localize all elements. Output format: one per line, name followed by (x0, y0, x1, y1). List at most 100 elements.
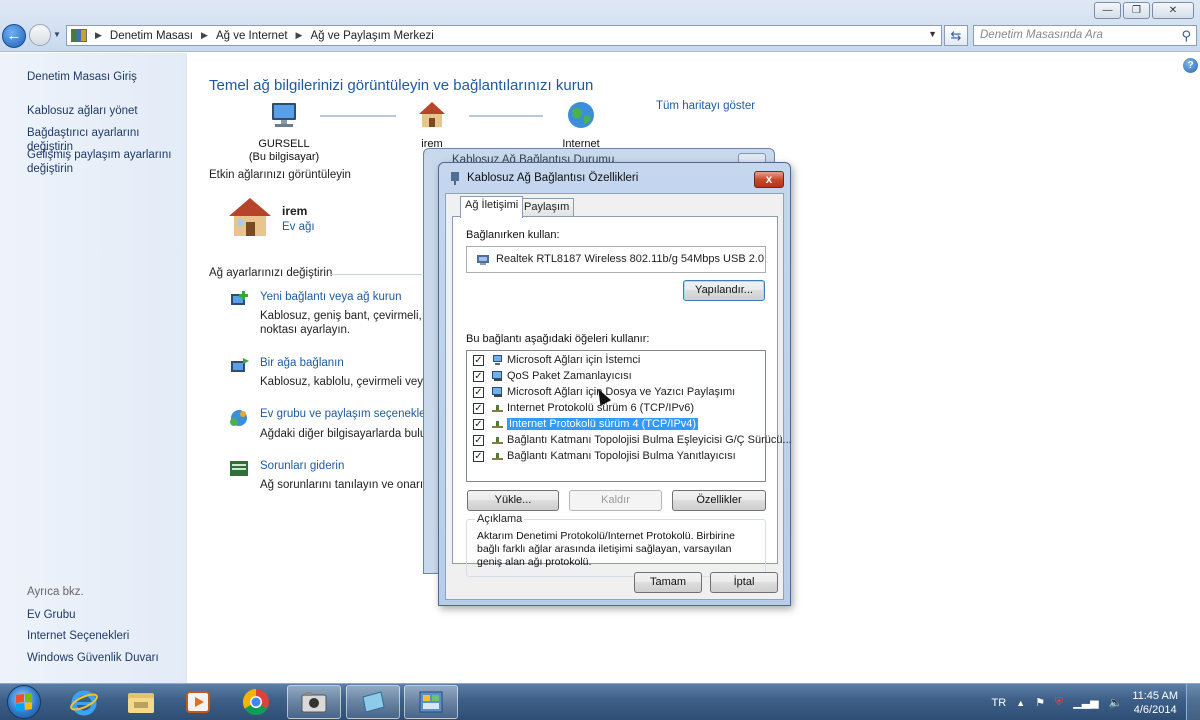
back-button[interactable]: ← (2, 24, 26, 48)
ok-button[interactable]: Tamam (634, 572, 702, 593)
list-item-lltd-mapper[interactable]: ✓ Bağlantı Katmanı Topolojisi Bulma Eşle… (473, 432, 792, 448)
properties-button[interactable]: Özellikler (672, 490, 766, 511)
map-node-network[interactable]: irem (377, 101, 487, 151)
task-desc-troubleshoot: Ağ sorunlarını tanılayın ve onarın (260, 479, 425, 491)
items-label: Bu bağlantı aşağıdaki öğeleri kullanır: (466, 333, 650, 345)
network-type-link[interactable]: Ev ağı (282, 221, 315, 233)
see-also-heading: Ayrıca bkz. (27, 586, 84, 598)
task-desc-homegroup: Ağdaki diğer bilgisayarlarda bulu (260, 428, 425, 440)
chevron-right-icon[interactable]: ▶ (296, 30, 303, 41)
client-icon (493, 355, 502, 365)
component-label: Bağlantı Katmanı Topolojisi Bulma Yanıtl… (507, 450, 736, 462)
task-link-troubleshoot[interactable]: Sorunları giderin (260, 460, 344, 472)
sidebar-item-control-panel-home[interactable]: Denetim Masası Giriş (27, 70, 187, 84)
task-link-connect-network[interactable]: Bir ağa bağlanın (260, 357, 344, 369)
start-button[interactable] (7, 685, 41, 719)
description-text: Aktarım Denetimi Protokolü/Internet Prot… (477, 530, 735, 568)
sidebar-item-advanced-sharing[interactable]: Gelişmiş paylaşım ayarlarını değiştirin (27, 148, 177, 176)
adapter-field: Realtek RTL8187 Wireless 802.11b/g 54Mbp… (466, 246, 766, 273)
show-desktop-button[interactable] (1186, 684, 1200, 720)
address-bar[interactable]: ▶ Denetim Masası ▶ Ağ ve Internet ▶ Ağ v… (66, 25, 942, 46)
connect-network-icon (231, 358, 249, 372)
refresh-button[interactable]: ⇆ (944, 25, 968, 46)
volume-icon[interactable]: 🔈 (1109, 696, 1123, 709)
component-checkbox[interactable]: ✓ (473, 434, 484, 446)
search-icon[interactable]: ⚲ (1181, 28, 1191, 44)
title-bar: — ❐ ✕ ← ▼ ▶ Denetim Masası ▶ Ağ ve Inter… (0, 0, 1200, 52)
list-item-ipv4[interactable]: ✓ Internet Protokolü sürüm 4 (TCP/IPv4) (473, 416, 699, 432)
forward-button[interactable] (29, 24, 51, 46)
cancel-button[interactable]: İptal (710, 572, 778, 593)
taskbar-control-panel[interactable] (404, 685, 458, 719)
recent-pages-dropdown[interactable]: ▼ (53, 30, 61, 39)
taskbar-internet-explorer[interactable] (57, 685, 111, 719)
map-node-computer-name: GURSELL (258, 138, 310, 150)
divider (330, 274, 422, 275)
component-checkbox[interactable]: ✓ (473, 354, 484, 366)
component-checkbox[interactable]: ✓ (473, 370, 484, 382)
homegroup-icon (230, 410, 247, 426)
install-button[interactable]: Yükle... (467, 490, 559, 511)
clock[interactable]: 11:45 AM 4/6/2014 (1132, 689, 1178, 717)
chrome-icon (242, 688, 269, 716)
tab-networking[interactable]: Ağ İletişimi (460, 196, 524, 218)
sidebar-item-homegroup[interactable]: Ev Grubu (27, 608, 187, 622)
breadcrumb-control-panel[interactable]: Denetim Masası (110, 30, 193, 42)
search-input[interactable]: Denetim Masasında Ara ⚲ (973, 25, 1197, 46)
task-link-homegroup[interactable]: Ev grubu ve paylaşım seçenekleri (260, 408, 432, 420)
list-item-ms-client[interactable]: ✓ Microsoft Ağları için İstemci (473, 352, 640, 368)
list-item-lltd-responder[interactable]: ✓ Bağlantı Katmanı Topolojisi Bulma Yanı… (473, 448, 736, 464)
list-item-qos[interactable]: ✓ QoS Paket Zamanlayıcısı (473, 368, 632, 384)
list-item-ipv6[interactable]: ✓ Internet Protokolü sürüm 6 (TCP/IPv6) (473, 400, 694, 416)
dialog-close-button[interactable]: x (754, 171, 784, 188)
security-icon[interactable]: ⛨ (1055, 696, 1063, 709)
chevron-right-icon[interactable]: ▶ (95, 30, 102, 41)
service-icon (492, 387, 502, 397)
new-connection-icon (231, 291, 248, 305)
uninstall-button[interactable]: Kaldır (569, 490, 662, 511)
action-center-flag-icon[interactable]: ⚑ (1035, 696, 1045, 709)
language-indicator[interactable]: TR (992, 697, 1007, 709)
map-node-computer-sub: (Bu bilgisayar) (248, 151, 320, 163)
left-navigation: Denetim Masası Giriş Kablosuz ağları yön… (0, 53, 187, 683)
maximize-button[interactable]: ❐ (1123, 2, 1150, 19)
wireless-properties-dialog: Kablosuz Ağ Bağlantısı Özellikleri x Ağ … (438, 162, 792, 606)
internet-explorer-icon (70, 690, 98, 716)
map-node-internet[interactable]: Internet (526, 101, 636, 151)
component-checkbox[interactable]: ✓ (473, 418, 484, 430)
sidebar-item-internet-options[interactable]: Internet Seçenekleri (27, 629, 187, 643)
notebook-icon (362, 691, 385, 713)
map-node-computer[interactable]: GURSELL (Bu bilgisayar) (229, 101, 339, 164)
task-link-new-connection[interactable]: Yeni bağlantı veya ağ kurun (260, 291, 402, 303)
dialog-title: Kablosuz Ağ Bağlantısı Özellikleri (467, 172, 639, 184)
component-checkbox[interactable]: ✓ (473, 386, 484, 398)
components-list[interactable]: ✓ Microsoft Ağları için İstemci ✓ QoS Pa… (466, 350, 792, 482)
taskbar-chrome[interactable] (229, 685, 283, 719)
minimize-button[interactable]: — (1094, 2, 1121, 19)
adapter-name: Realtek RTL8187 Wireless 802.11b/g 54Mbp… (496, 253, 766, 265)
protocol-icon (492, 453, 503, 460)
search-placeholder: Denetim Masasında Ara (980, 29, 1103, 41)
wifi-signal-icon[interactable]: ▁▃▅ (1073, 696, 1098, 709)
taskbar-camera-app[interactable] (287, 685, 341, 719)
see-full-map-link[interactable]: Tüm haritayı göster (656, 100, 755, 112)
breadcrumb-network-internet[interactable]: Ağ ve Internet (216, 30, 288, 42)
address-dropdown-icon[interactable]: ▼ (928, 29, 937, 39)
breadcrumb-network-sharing-center[interactable]: Ağ ve Paylaşım Merkezi (310, 30, 433, 42)
network-card-icon (477, 255, 489, 265)
tab-sharing[interactable]: Paylaşım (519, 198, 575, 217)
show-hidden-icons-icon[interactable]: ▲ (1016, 698, 1025, 708)
taskbar-notepad[interactable] (346, 685, 400, 719)
chevron-right-icon[interactable]: ▶ (201, 30, 208, 41)
taskbar-file-explorer[interactable] (114, 685, 168, 719)
taskbar-media-player[interactable] (171, 685, 225, 719)
sidebar-item-windows-firewall[interactable]: Windows Güvenlik Duvarı (27, 651, 187, 665)
configure-button[interactable]: Yapılandır... (683, 280, 765, 301)
help-button[interactable]: ? (1183, 58, 1198, 73)
component-checkbox[interactable]: ✓ (473, 402, 484, 414)
media-player-icon (186, 691, 210, 713)
computer-icon (272, 103, 296, 127)
sidebar-item-manage-wireless[interactable]: Kablosuz ağları yönet (27, 104, 187, 118)
close-button[interactable]: ✕ (1152, 2, 1194, 19)
component-checkbox[interactable]: ✓ (473, 450, 484, 462)
